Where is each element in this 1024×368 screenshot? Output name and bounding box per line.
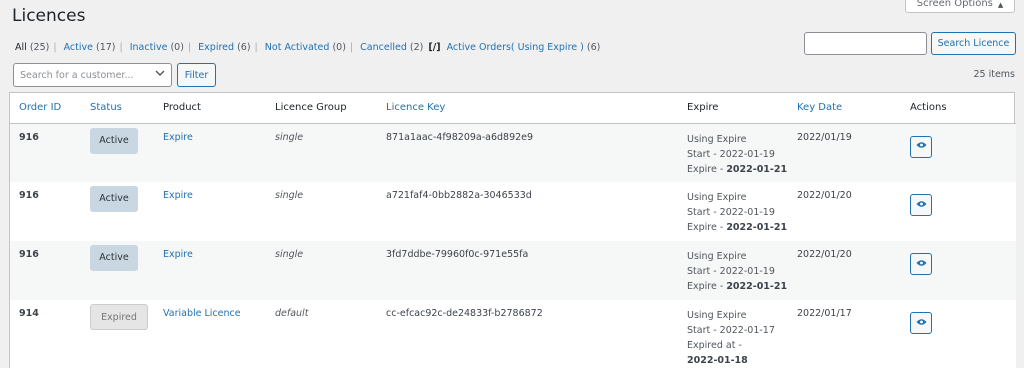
filter-button[interactable]: Filter bbox=[177, 63, 216, 87]
col-licence-group: Licence Group bbox=[266, 93, 377, 124]
filter-expired[interactable]: Expired (6) bbox=[198, 42, 250, 53]
key-date-cell: 2022/01/20 bbox=[797, 190, 852, 201]
status-cell: Active bbox=[81, 241, 154, 300]
licence-group-cell: single bbox=[275, 190, 304, 201]
order-id-cell: 916 bbox=[19, 131, 39, 143]
status-cell: Active bbox=[81, 182, 154, 241]
product-cell: Expire bbox=[154, 241, 266, 300]
licence-group-cell: single bbox=[275, 131, 304, 143]
expire-line: Using Expire bbox=[687, 192, 747, 203]
product-cell: Variable Licence bbox=[154, 300, 266, 368]
filter-inactive[interactable]: Inactive (0) bbox=[130, 42, 184, 53]
filter-not-activated[interactable]: Not Activated (0) bbox=[265, 42, 346, 53]
items-count: 25 items bbox=[973, 69, 1015, 80]
chevron-down-icon bbox=[155, 70, 165, 80]
order-id-cell: 914 bbox=[19, 308, 39, 319]
expire-cell: Using Expire Start - 2022-01-19 Expire - 2… bbox=[678, 241, 788, 300]
status-badge: Active bbox=[90, 127, 138, 154]
table-row: 916 Active Expire single 3fd7ddbe-79960f… bbox=[10, 241, 1016, 300]
expire-cell: Using Expire Start - 2022-01-19 Expire - 2… bbox=[678, 123, 788, 182]
view-licence-button[interactable] bbox=[910, 194, 932, 216]
expire-line: Start - 2022-01-19 bbox=[687, 148, 775, 160]
product-link[interactable]: Expire bbox=[163, 190, 193, 201]
key-date-cell: 2022/01/19 bbox=[797, 131, 852, 143]
licence-key-cell: 3fd7ddbe-79960f0c-971e55fa bbox=[386, 249, 529, 260]
actions-cell bbox=[901, 241, 1016, 300]
table-row: 914 Expired Variable Licence default cc-… bbox=[10, 300, 1016, 368]
screen-options-label: Screen Options bbox=[916, 0, 993, 9]
eye-icon bbox=[916, 200, 927, 211]
search-box: Search Licence bbox=[804, 32, 1016, 55]
filter-bracket: [/] bbox=[428, 42, 441, 53]
product-link[interactable]: Expire bbox=[163, 132, 193, 143]
customer-select[interactable]: Search for a customer... bbox=[13, 63, 172, 87]
expire-line: Using Expire bbox=[687, 310, 747, 321]
eye-icon bbox=[916, 259, 927, 270]
expire-cell: Using Expire Start - 2022-01-17 Expired at… bbox=[678, 300, 788, 368]
licence-key-cell: cc-efcac92c-de24833f-b2786872 bbox=[386, 308, 543, 319]
search-licence-button[interactable]: Search Licence bbox=[931, 32, 1016, 55]
expire-date-line: Expire - 2022-01-21 bbox=[687, 281, 788, 292]
status-badge: Active bbox=[90, 245, 138, 271]
expire-line: Start - 2022-01-19 bbox=[687, 266, 775, 277]
filter-all[interactable]: All (25) bbox=[15, 42, 49, 53]
status-cell: Active bbox=[81, 123, 154, 182]
order-id-cell: 916 bbox=[19, 249, 39, 260]
status-cell: Expired bbox=[81, 300, 154, 368]
actions-cell bbox=[901, 300, 1016, 368]
table-row: 916 Active Expire single a721faf4-0bb288… bbox=[10, 182, 1016, 241]
order-id-cell: 916 bbox=[19, 190, 39, 201]
table-row: 916 Active Expire single 871a1aac-4f9820… bbox=[10, 123, 1016, 182]
actions-cell bbox=[901, 123, 1016, 182]
screen-options-tab[interactable]: Screen Options ▲ bbox=[905, 0, 1015, 13]
licence-group-cell: default bbox=[275, 308, 309, 319]
expire-line: Start - 2022-01-19 bbox=[687, 207, 775, 218]
status-filter-links: All (25) | Active (17) | Inactive (0) | Exp… bbox=[15, 42, 601, 53]
product-link[interactable]: Variable Licence bbox=[163, 308, 241, 319]
filter-active[interactable]: Active (17) bbox=[64, 42, 116, 53]
filter-active-orders[interactable]: Active Orders( Using Expire ) (6) bbox=[447, 42, 601, 53]
eye-icon bbox=[916, 141, 927, 152]
col-licence-key[interactable]: Licence Key bbox=[377, 93, 678, 124]
view-licence-button[interactable] bbox=[910, 135, 932, 158]
col-actions: Actions bbox=[901, 93, 1016, 124]
filter-cancelled[interactable]: Cancelled (2) bbox=[360, 42, 423, 53]
product-cell: Expire bbox=[154, 123, 266, 182]
licences-table: Order ID Status Product Licence Group Li… bbox=[9, 92, 1016, 368]
page-title: Licences bbox=[12, 6, 86, 26]
expire-line: Using Expire bbox=[687, 251, 747, 262]
expire-date-line: 2022-01-18 bbox=[687, 355, 748, 366]
licence-group-cell: single bbox=[275, 249, 304, 260]
col-order-id[interactable]: Order ID bbox=[10, 93, 81, 124]
view-licence-button[interactable] bbox=[910, 253, 932, 275]
product-cell: Expire bbox=[154, 182, 266, 241]
view-licence-button[interactable] bbox=[910, 312, 932, 334]
product-link[interactable]: Expire bbox=[163, 249, 193, 260]
expire-line: Expired at - bbox=[687, 340, 742, 351]
expire-date-line: Expire - 2022-01-21 bbox=[687, 222, 788, 233]
table-header-row: Order ID Status Product Licence Group Li… bbox=[10, 93, 1016, 124]
licence-key-cell: a721faf4-0bb2882a-3046533d bbox=[386, 190, 532, 201]
col-expire: Expire bbox=[678, 93, 788, 124]
customer-select-placeholder: Search for a customer... bbox=[20, 69, 134, 81]
licence-key-cell: 871a1aac-4f98209a-a6d892e9 bbox=[386, 131, 534, 143]
key-date-cell: 2022/01/17 bbox=[797, 308, 852, 319]
col-status[interactable]: Status bbox=[81, 93, 154, 124]
actions-cell bbox=[901, 182, 1016, 241]
expire-line: Start - 2022-01-17 bbox=[687, 325, 775, 336]
search-input[interactable] bbox=[804, 32, 927, 55]
triangle-up-icon: ▲ bbox=[997, 1, 1004, 9]
key-date-cell: 2022/01/20 bbox=[797, 249, 852, 260]
expire-date-line: Expire - 2022-01-21 bbox=[687, 163, 788, 175]
tablenav-top: Search for a customer... Filter bbox=[13, 63, 216, 87]
col-key-date[interactable]: Key Date bbox=[788, 93, 901, 124]
expire-line: Using Expire bbox=[687, 133, 747, 145]
eye-icon bbox=[916, 318, 927, 329]
status-badge: Expired bbox=[90, 304, 148, 330]
col-product: Product bbox=[154, 93, 266, 124]
expire-cell: Using Expire Start - 2022-01-19 Expire - 2… bbox=[678, 182, 788, 241]
status-badge: Active bbox=[90, 186, 138, 212]
